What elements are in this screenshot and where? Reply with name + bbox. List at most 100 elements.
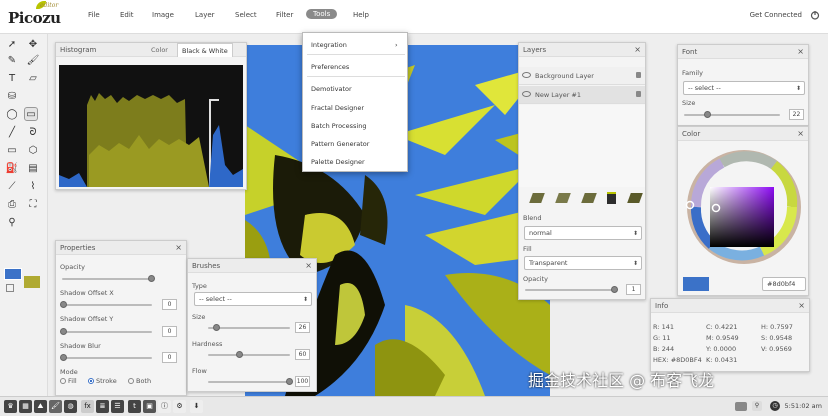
line-tool-icon[interactable]: ╱ (5, 126, 19, 140)
menu-file[interactable]: File (88, 11, 100, 19)
palette-icon[interactable]: ◍ (64, 400, 77, 413)
brush-flow-input[interactable]: 100 (295, 376, 310, 387)
shadow-offset-y-input[interactable]: 0 (162, 326, 177, 337)
gear-icon[interactable]: ⚙ (173, 400, 186, 413)
ellipse-tool-icon[interactable]: ◯ (5, 108, 19, 122)
zoom-tool-icon[interactable]: ⚲ (5, 216, 19, 230)
move-tool-icon[interactable]: ✥ (26, 38, 40, 52)
gallery-icon[interactable]: ▦ (19, 400, 32, 413)
close-icon[interactable]: × (175, 241, 182, 255)
delete-layer-icon[interactable] (607, 192, 616, 204)
shadow-offset-x-input[interactable]: 0 (162, 299, 177, 310)
radio-icon[interactable] (128, 378, 134, 384)
mode-fill-option[interactable]: Fill (60, 377, 77, 385)
menu-item-palette-designer[interactable]: Palette Designer (311, 158, 365, 166)
menu-item-pattern-generator[interactable]: Pattern Generator (311, 140, 369, 148)
crown-icon[interactable]: ♛ (4, 400, 17, 413)
eye-icon[interactable] (522, 72, 531, 78)
eyedropper-tool-icon[interactable]: ⟋ (5, 180, 19, 194)
clone-tool-icon[interactable]: ⎙ (5, 198, 19, 212)
menu-select[interactable]: Select (235, 11, 257, 19)
close-icon[interactable]: × (305, 259, 312, 273)
twitter-icon[interactable]: t (128, 400, 141, 413)
fill-select[interactable]: Transparent ⬍ (524, 256, 642, 270)
menu-item-integration[interactable]: Integration (311, 41, 347, 49)
radio-icon[interactable] (60, 378, 66, 384)
brush-hardness-input[interactable]: 60 (295, 349, 310, 360)
slider-knob[interactable] (148, 275, 155, 282)
brush-flow-slider[interactable] (208, 378, 293, 385)
brush-icon[interactable]: 🖌 (49, 400, 62, 413)
info-icon[interactable]: ⓘ (158, 400, 171, 413)
mode-both-option[interactable]: Both (128, 377, 151, 385)
menu-help[interactable]: Help (353, 11, 369, 19)
slider-knob[interactable] (60, 301, 67, 308)
rounded-rect-tool-icon[interactable]: ▭ (24, 107, 38, 121)
brush-hardness-slider[interactable] (208, 351, 290, 358)
opacity-slider[interactable] (62, 275, 155, 282)
duplicate-layer-icon[interactable] (555, 193, 571, 203)
font-size-input[interactable]: 22 (789, 109, 804, 120)
polygon-tool-icon[interactable]: ⬡ (26, 144, 40, 158)
menu-layer[interactable]: Layer (195, 11, 215, 19)
smudge-tool-icon[interactable]: ⌇ (26, 180, 40, 194)
slider-knob[interactable] (60, 354, 67, 361)
slider-knob[interactable] (60, 328, 67, 335)
menu-edit[interactable]: Edit (120, 11, 134, 19)
slider-knob[interactable] (611, 286, 618, 293)
tab-black-white[interactable]: Black & White (177, 43, 233, 57)
merge-layer-icon[interactable] (581, 193, 597, 203)
lock-icon[interactable] (636, 72, 641, 78)
monitor-icon[interactable] (735, 402, 747, 411)
shadow-blur-input[interactable]: 0 (162, 352, 177, 363)
box-icon[interactable]: ▣ (143, 400, 156, 413)
font-family-select[interactable]: -- select -- ⬍ (683, 81, 805, 95)
pin-icon[interactable]: ⚲ (752, 401, 762, 411)
shadow-offset-x-slider[interactable] (60, 301, 152, 308)
rectangle-tool-icon[interactable]: ▭ (5, 144, 19, 158)
layer-opacity-slider[interactable] (525, 286, 618, 293)
fill-tool-icon[interactable]: ⛽ (5, 162, 19, 176)
picozu-logo[interactable]: editor Picozu (6, 1, 62, 32)
layer-properties-icon[interactable] (627, 193, 643, 203)
eye-icon[interactable] (522, 91, 531, 97)
blend-select[interactable]: normal ⬍ (524, 226, 642, 240)
hex-color-input[interactable]: #8d0bf4 (762, 277, 806, 291)
color-wheel[interactable] (682, 145, 806, 269)
reset-colors-icon[interactable] (6, 284, 14, 292)
layer-opacity-input[interactable]: 1 (626, 284, 641, 295)
menu-tools[interactable]: Tools (306, 9, 338, 19)
sliders-icon[interactable]: ☰ (111, 400, 124, 413)
brush-size-input[interactable]: 26 (295, 322, 310, 333)
layers-icon[interactable]: ≣ (96, 400, 109, 413)
menu-item-fractal-designer[interactable]: Fractal Designer (311, 104, 364, 112)
close-icon[interactable]: × (797, 127, 804, 141)
eraser-tool-icon[interactable]: ▱ (26, 72, 40, 86)
menu-image[interactable]: Image (152, 11, 174, 19)
font-size-slider[interactable] (684, 111, 780, 118)
close-icon[interactable]: × (634, 43, 641, 57)
brush-size-slider[interactable] (208, 324, 290, 331)
close-icon[interactable]: × (797, 45, 804, 59)
menu-item-preferences[interactable]: Preferences (311, 63, 349, 71)
slider-knob[interactable] (704, 111, 711, 118)
bucket-tool-icon[interactable]: ⛁ (5, 90, 19, 104)
mode-stroke-option[interactable]: Stroke (88, 377, 117, 385)
radio-selected-icon[interactable] (88, 378, 94, 384)
power-icon[interactable] (810, 10, 820, 20)
lock-icon[interactable] (636, 91, 641, 97)
lasso-tool-icon[interactable]: ᘐ (26, 126, 40, 140)
menu-filter[interactable]: Filter (276, 11, 293, 19)
close-icon[interactable]: × (798, 299, 805, 313)
brush-type-select[interactable]: -- select -- ⬍ (194, 292, 312, 306)
slider-knob[interactable] (236, 351, 243, 358)
layer-row-new-layer[interactable]: New Layer #1 (519, 86, 645, 104)
shadow-blur-slider[interactable] (60, 354, 152, 361)
crop-tool-icon[interactable]: ⛶ (26, 198, 40, 212)
menu-item-batch-processing[interactable]: Batch Processing (311, 122, 366, 130)
slider-knob[interactable] (213, 324, 220, 331)
get-connected-link[interactable]: Get Connected (750, 11, 802, 19)
background-color-swatch[interactable] (24, 276, 40, 288)
shadow-offset-y-slider[interactable] (60, 328, 152, 335)
foreground-color-swatch[interactable] (4, 268, 22, 280)
